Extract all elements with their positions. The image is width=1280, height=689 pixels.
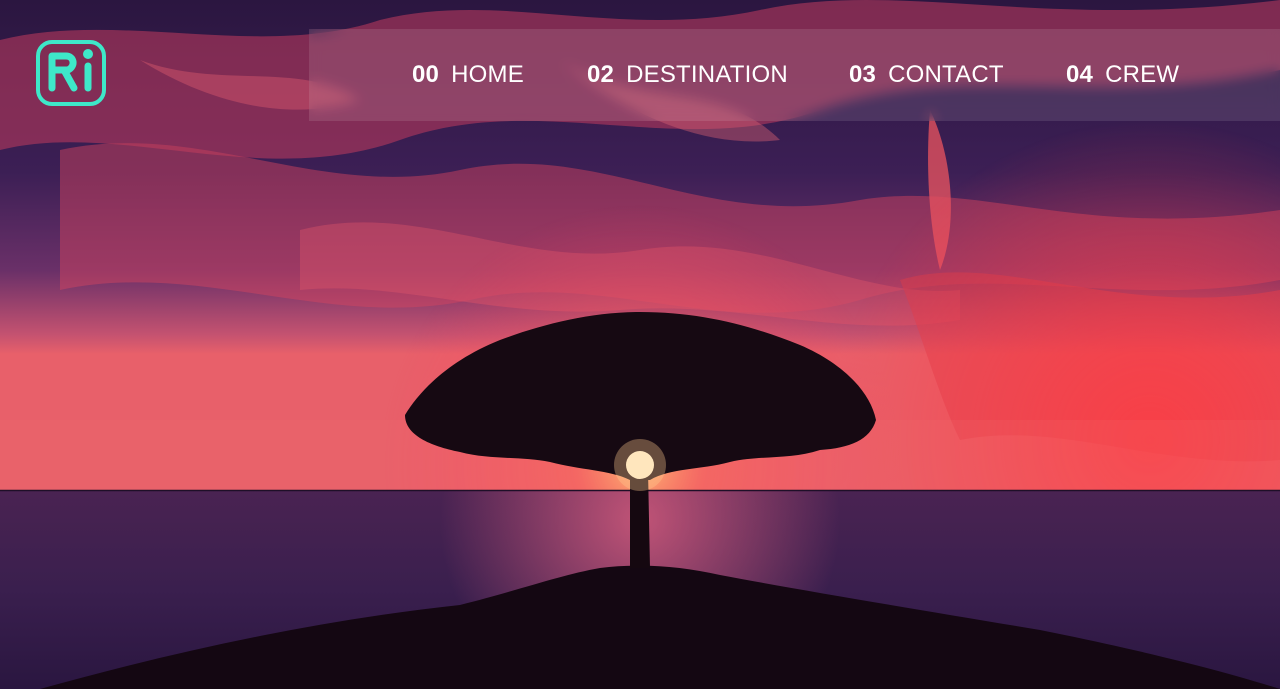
nav-item-label: DESTINATION	[626, 61, 788, 88]
nav-item-label: CREW	[1105, 61, 1180, 88]
nav-item-destination[interactable]: 02 DESTINATION	[587, 29, 788, 121]
nav-item-crew[interactable]: 04 CREW	[1066, 29, 1179, 121]
nav-item-number: 04	[1066, 61, 1094, 88]
nav-item-home[interactable]: 00 HOME	[412, 29, 524, 121]
nav-item-number: 02	[587, 61, 615, 88]
nav-item-label: CONTACT	[888, 61, 1004, 88]
nav-item-number: 03	[849, 61, 877, 88]
nav-item-contact[interactable]: 03 CONTACT	[849, 29, 1004, 121]
logo-mark-icon	[36, 40, 106, 106]
page: 00 HOME 02 DESTINATION 03 CONTACT 04 CRE…	[0, 0, 1280, 689]
main-navigation: 00 HOME 02 DESTINATION 03 CONTACT 04 CRE…	[309, 29, 1280, 121]
brand-logo[interactable]	[36, 36, 108, 108]
nav-item-label: HOME	[451, 61, 524, 88]
nav-item-number: 00	[412, 61, 440, 88]
